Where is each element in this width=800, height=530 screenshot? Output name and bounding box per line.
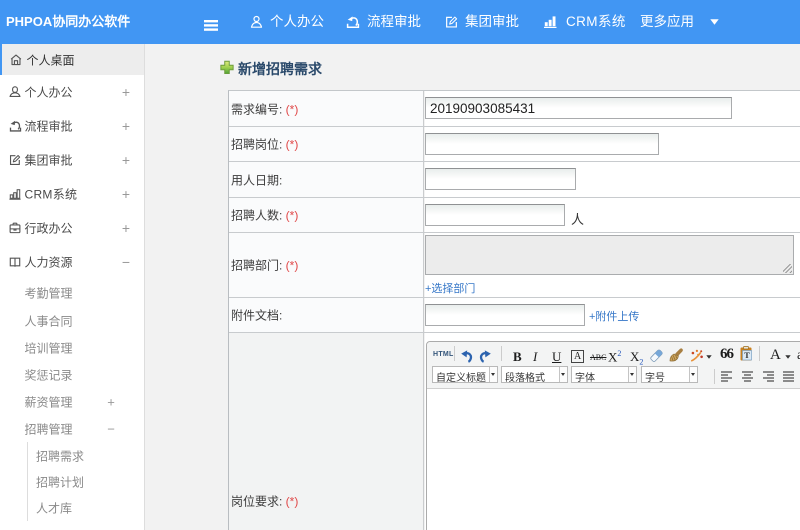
svg-text:T: T: [744, 350, 750, 360]
